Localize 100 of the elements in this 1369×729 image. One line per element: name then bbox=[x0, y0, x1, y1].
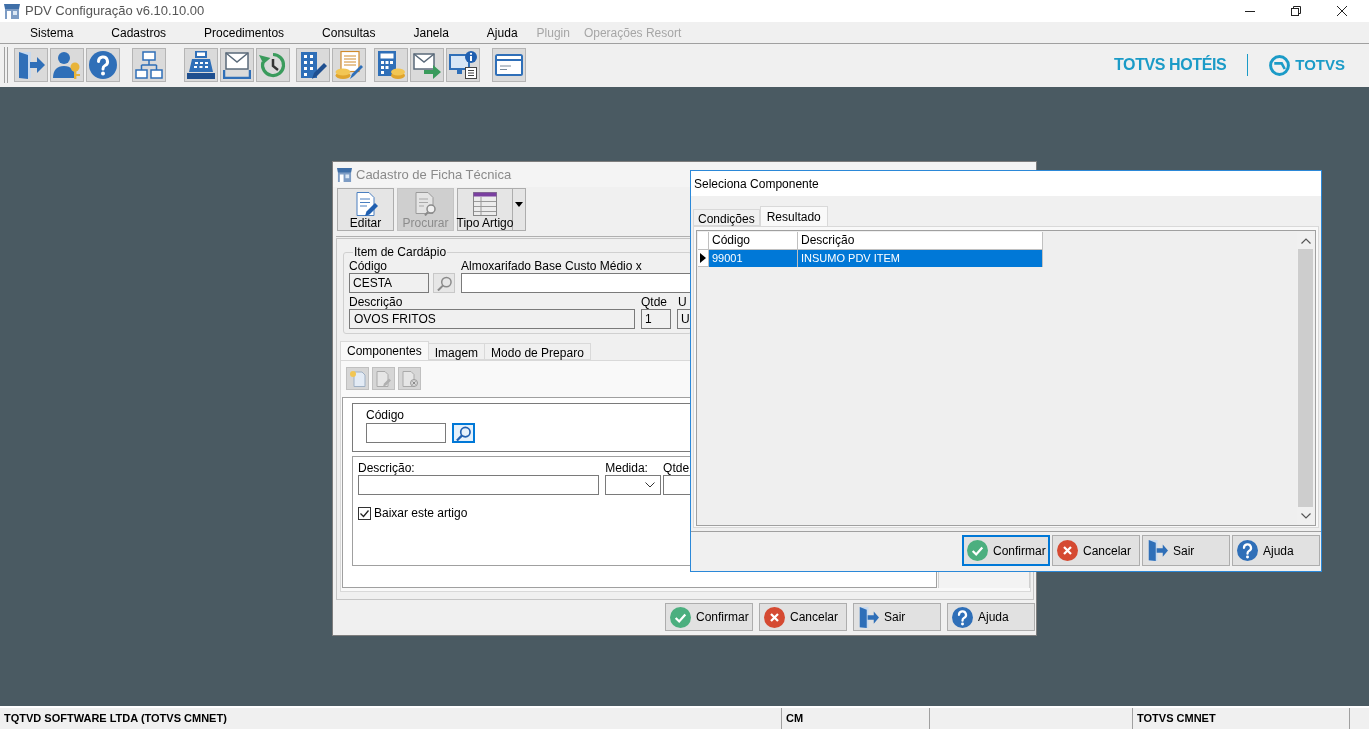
ring-logo-icon bbox=[1269, 54, 1291, 76]
envelope-arrow-icon bbox=[413, 51, 441, 79]
field-label: Qtde bbox=[641, 295, 668, 309]
toolbar-button[interactable] bbox=[256, 48, 290, 82]
toolbar-button[interactable] bbox=[132, 48, 166, 82]
text-field[interactable]: U bbox=[677, 309, 690, 329]
card-icon bbox=[495, 51, 523, 79]
menu-item[interactable]: Cadastros bbox=[92, 22, 186, 43]
checkbox[interactable] bbox=[358, 506, 371, 520]
tab[interactable]: Resultado bbox=[759, 206, 828, 226]
restore-icon bbox=[1291, 6, 1301, 16]
field-label: Código bbox=[366, 409, 406, 422]
help-icon bbox=[89, 51, 117, 79]
checkbox-label: Baixar este artigo bbox=[374, 505, 468, 522]
calculator-coins-icon bbox=[377, 51, 405, 79]
table-icon bbox=[473, 192, 497, 216]
toolbar-button[interactable]: Tipo Artigo bbox=[457, 188, 513, 231]
code-input[interactable] bbox=[366, 423, 446, 443]
chevron-up-icon bbox=[1300, 237, 1311, 244]
close-icon bbox=[1337, 6, 1347, 16]
help-icon bbox=[1237, 540, 1258, 561]
user-key-icon bbox=[53, 51, 81, 79]
cancel-button[interactable]: Cancelar bbox=[1052, 535, 1140, 566]
check-circle-icon bbox=[670, 606, 691, 628]
chevron-down-icon bbox=[645, 482, 656, 488]
help-icon bbox=[952, 606, 973, 628]
description-field[interactable]: OVOS FRITOS bbox=[349, 309, 635, 329]
monitor-info-icon bbox=[449, 51, 477, 79]
menu-item[interactable]: Janela bbox=[394, 22, 468, 43]
field-label: Descrição bbox=[349, 295, 404, 309]
table-row[interactable]: 99001 INSUMO PDV ITEM bbox=[709, 250, 1043, 267]
table-cell: 99001 bbox=[709, 250, 798, 267]
unit-select[interactable] bbox=[605, 475, 662, 495]
help-button[interactable]: Ajuda bbox=[1232, 535, 1320, 566]
brand-product-name: TOTVS HOTÉIS bbox=[1114, 54, 1227, 75]
field-label: Qtde bbox=[663, 461, 690, 475]
column-header: Código bbox=[709, 232, 798, 250]
check-circle-icon bbox=[967, 540, 988, 561]
caret-down-icon bbox=[515, 202, 523, 207]
document-coins-icon bbox=[335, 51, 363, 79]
toolbar-button[interactable] bbox=[374, 48, 408, 82]
table-cell: INSUMO PDV ITEM bbox=[798, 250, 1043, 267]
org-chart-icon bbox=[135, 51, 163, 79]
column-header: Descrição bbox=[798, 232, 1043, 250]
door-arrow-icon bbox=[17, 51, 45, 79]
toolbar-button[interactable] bbox=[86, 48, 120, 82]
group-legend: Item de Cardápio bbox=[353, 245, 448, 259]
door-arrow-icon bbox=[1147, 540, 1168, 561]
toolbar-button[interactable] bbox=[492, 48, 526, 82]
menu-item[interactable]: Ajuda bbox=[467, 22, 537, 43]
menu-item[interactable]: Sistema bbox=[11, 22, 93, 43]
quantity-input[interactable] bbox=[663, 475, 690, 495]
chevron-down-icon bbox=[1300, 512, 1311, 519]
text-field[interactable] bbox=[461, 273, 691, 293]
envelope-icon bbox=[223, 51, 251, 79]
toolbar-button[interactable] bbox=[184, 48, 218, 82]
minimize-icon bbox=[1245, 10, 1255, 12]
row-pointer-icon bbox=[700, 253, 706, 263]
clock-arrow-icon bbox=[259, 51, 287, 79]
document-delete-icon bbox=[401, 370, 418, 387]
confirm-button[interactable]: Confirmar bbox=[962, 535, 1050, 566]
search-button[interactable] bbox=[433, 273, 455, 293]
cash-register-icon bbox=[187, 51, 215, 79]
exit-button[interactable]: Sair bbox=[853, 603, 941, 631]
tab[interactable]: Imagem bbox=[428, 343, 486, 360]
toolbar-button[interactable] bbox=[332, 48, 366, 82]
menu-item[interactable]: Procedimentos bbox=[185, 22, 304, 43]
search-icon bbox=[436, 275, 452, 291]
storefront-icon bbox=[337, 167, 352, 182]
document-pen-icon bbox=[375, 370, 392, 387]
quantity-field[interactable]: 1 bbox=[641, 309, 671, 329]
exit-button[interactable]: Sair bbox=[1142, 535, 1230, 566]
toolbar-button[interactable] bbox=[220, 48, 254, 82]
field-label: Medida: bbox=[605, 461, 649, 475]
description-input[interactable] bbox=[358, 475, 600, 495]
toolbar-button[interactable] bbox=[296, 48, 330, 82]
toolbar-button[interactable]: Editar bbox=[337, 188, 394, 231]
tab[interactable]: Modo de Preparo bbox=[485, 343, 591, 360]
field-label: Descrição: bbox=[358, 461, 416, 475]
search-button[interactable] bbox=[452, 423, 475, 443]
x-circle-icon bbox=[764, 606, 785, 628]
window-title: Cadastro de Ficha Técnica bbox=[356, 165, 512, 184]
dropdown-button[interactable] bbox=[513, 188, 526, 231]
tab[interactable]: Componentes bbox=[340, 341, 429, 360]
menu-item[interactable]: Consultas bbox=[303, 22, 395, 43]
scrollbar-thumb[interactable] bbox=[1298, 249, 1313, 507]
help-button[interactable]: Ajuda bbox=[947, 603, 1035, 631]
code-field[interactable]: CESTA bbox=[349, 273, 429, 293]
toolbar-button[interactable] bbox=[410, 48, 444, 82]
storefront-icon bbox=[4, 3, 20, 19]
status-text: TQTVD SOFTWARE LTDA (TOTVS CMNET) bbox=[4, 711, 227, 727]
toolbar-button[interactable] bbox=[446, 48, 480, 82]
confirm-button[interactable]: Confirmar bbox=[665, 603, 753, 631]
document-search-icon bbox=[413, 192, 438, 216]
status-text: CM bbox=[786, 711, 804, 727]
cancel-button[interactable]: Cancelar bbox=[759, 603, 847, 631]
building-pen-icon bbox=[299, 51, 327, 79]
tab[interactable]: Condições bbox=[693, 209, 760, 226]
document-pen-icon bbox=[353, 192, 378, 216]
field-label: Almoxarifado Base Custo Médio x bbox=[461, 260, 643, 273]
